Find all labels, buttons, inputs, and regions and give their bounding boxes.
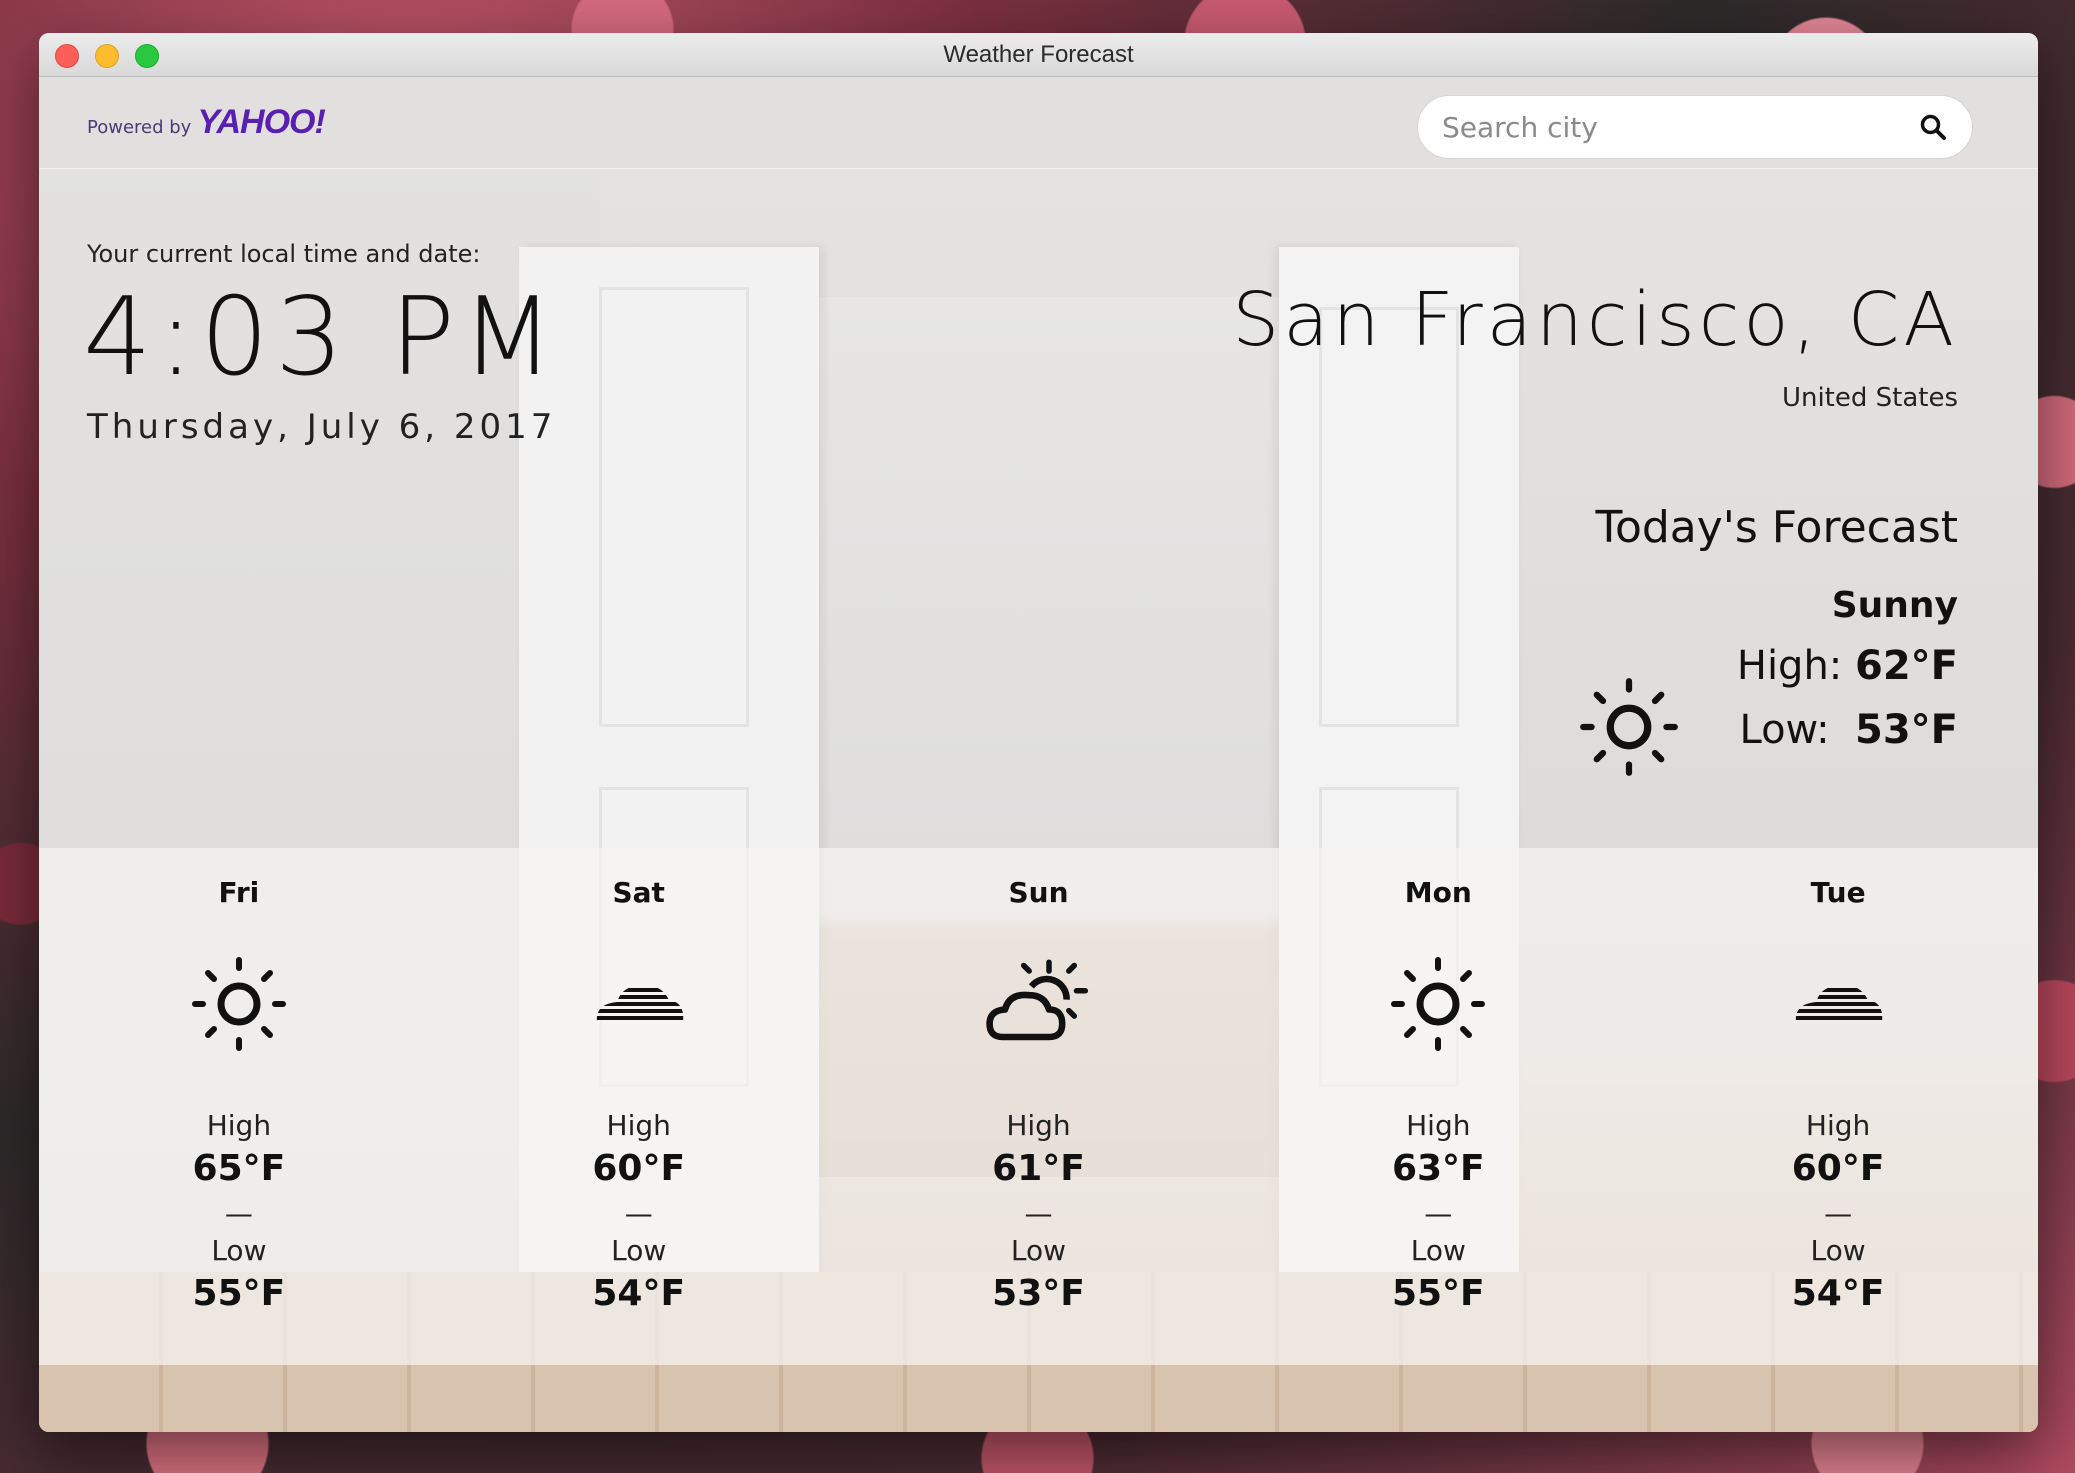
- forecast-low: 55°F: [1391, 1273, 1485, 1314]
- forecast-day: Mon High 63°F — Low 55°F: [1238, 848, 1638, 1365]
- forecast-low-label: Low: [1010, 1234, 1067, 1267]
- forecast-day-name: Sun: [1008, 876, 1069, 909]
- local-time: 4:03 PM: [83, 275, 561, 400]
- search-icon[interactable]: [1918, 112, 1948, 142]
- forecast-low: 54°F: [1791, 1273, 1885, 1314]
- cloud-icon: [584, 949, 694, 1059]
- today-high: High: 62°F: [1737, 643, 1958, 689]
- yahoo-logo: YAHOO!: [197, 103, 325, 141]
- forecast-day-name: Fri: [218, 876, 260, 909]
- forecast-low-label: Low: [1410, 1234, 1466, 1267]
- local-time-label: Your current local time and date:: [87, 240, 481, 268]
- forecast-separator: —: [624, 1197, 653, 1230]
- window-controls: [55, 44, 159, 68]
- local-date: Thursday, July 6, 2017: [87, 407, 557, 447]
- app-window: Weather Forecast Powered by YAHOO! Searc…: [39, 33, 2038, 1432]
- forecast-day: Sun High 61°F — Low 53°F: [839, 848, 1239, 1365]
- forecast-low: 53°F: [992, 1273, 1085, 1314]
- today-high-value: 62°F: [1855, 643, 1958, 689]
- five-day-forecast: Fri High 65°F — Low 55°F Sat High 60°F —…: [39, 848, 2038, 1365]
- forecast-high-label: High: [1006, 1109, 1071, 1142]
- forecast-day: Tue High 60°F — Low 54°F: [1638, 848, 2038, 1365]
- country-name: United States: [1781, 383, 1958, 413]
- forecast-separator: —: [1024, 1197, 1053, 1230]
- forecast-low-label: Low: [211, 1234, 267, 1267]
- forecast-low-label: Low: [1810, 1234, 1866, 1267]
- window-title: Weather Forecast: [943, 40, 1134, 68]
- today-low-value: 53°F: [1855, 707, 1958, 753]
- today-high-label: High:: [1736, 643, 1843, 689]
- forecast-high: 60°F: [1791, 1148, 1885, 1189]
- city-name: San Francisco, CA: [1232, 277, 1958, 363]
- sun-icon: [184, 949, 294, 1059]
- forecast-day-name: Mon: [1404, 876, 1472, 909]
- cloud-icon: [1783, 949, 1893, 1059]
- powered-by-label: Powered by: [87, 117, 192, 138]
- forecast-high-label: High: [206, 1109, 272, 1142]
- search-input[interactable]: [1442, 110, 1918, 144]
- forecast-high: 63°F: [1391, 1148, 1485, 1189]
- forecast-low: 54°F: [592, 1273, 686, 1314]
- title-bar: Weather Forecast: [39, 33, 2038, 77]
- forecast-day: Sat High 60°F — Low 54°F: [439, 848, 839, 1365]
- forecast-day: Fri High 65°F — Low 55°F: [39, 848, 439, 1365]
- today-low: Low: 53°F: [1740, 707, 1959, 753]
- forecast-day-name: Tue: [1810, 876, 1866, 909]
- close-button[interactable]: [55, 44, 79, 68]
- forecast-high-label: High: [606, 1109, 671, 1142]
- todays-forecast-title: Today's Forecast: [1595, 502, 1958, 553]
- forecast-low-label: Low: [611, 1234, 667, 1267]
- app-content: Powered by YAHOO! Your current local tim…: [39, 77, 2038, 1432]
- sun-icon: [1577, 675, 1681, 779]
- forecast-separator: —: [224, 1197, 253, 1230]
- sun-icon: [1383, 949, 1493, 1059]
- today-low-label: Low:: [1739, 707, 1830, 753]
- search-box[interactable]: [1417, 95, 1973, 159]
- forecast-high: 60°F: [592, 1148, 686, 1189]
- forecast-separator: —: [1424, 1197, 1453, 1230]
- forecast-high-label: High: [1805, 1109, 1871, 1142]
- today-condition: Sunny: [1831, 585, 1958, 626]
- zoom-button[interactable]: [135, 44, 159, 68]
- forecast-separator: —: [1824, 1197, 1853, 1230]
- forecast-day-name: Sat: [612, 876, 665, 909]
- partly-cloudy-icon: [983, 949, 1093, 1059]
- forecast-high: 65°F: [192, 1148, 286, 1189]
- powered-by-logo[interactable]: Powered by YAHOO!: [87, 103, 326, 142]
- forecast-low: 55°F: [192, 1273, 286, 1314]
- forecast-high-label: High: [1406, 1109, 1471, 1142]
- forecast-high: 61°F: [992, 1148, 1085, 1189]
- minimize-button[interactable]: [95, 44, 119, 68]
